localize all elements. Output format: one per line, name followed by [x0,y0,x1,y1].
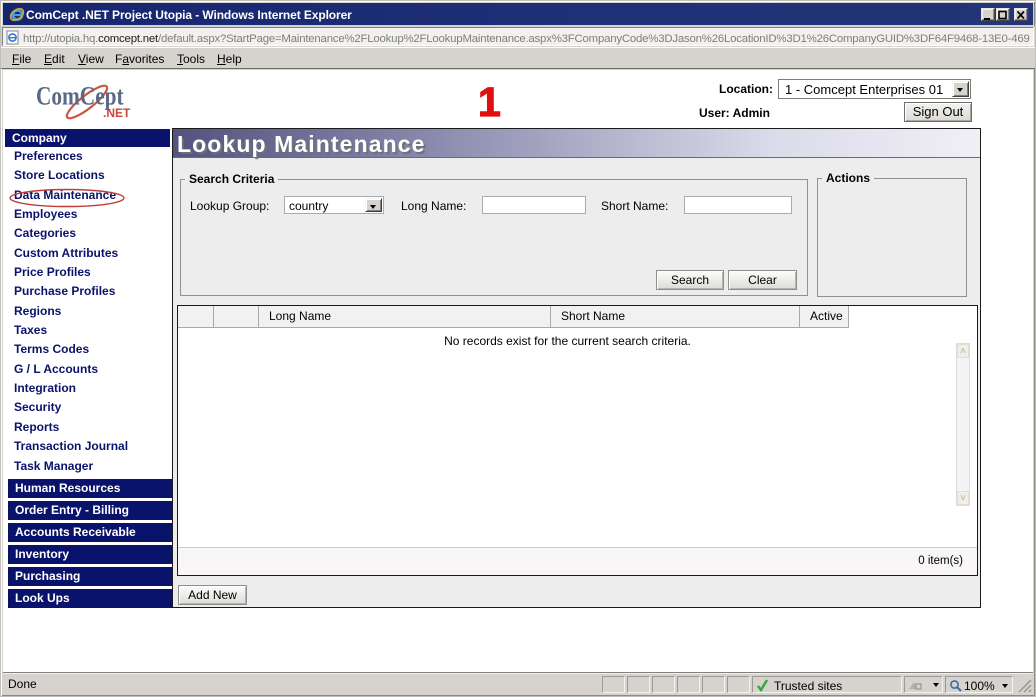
svg-text:.NET: .NET [103,106,131,120]
